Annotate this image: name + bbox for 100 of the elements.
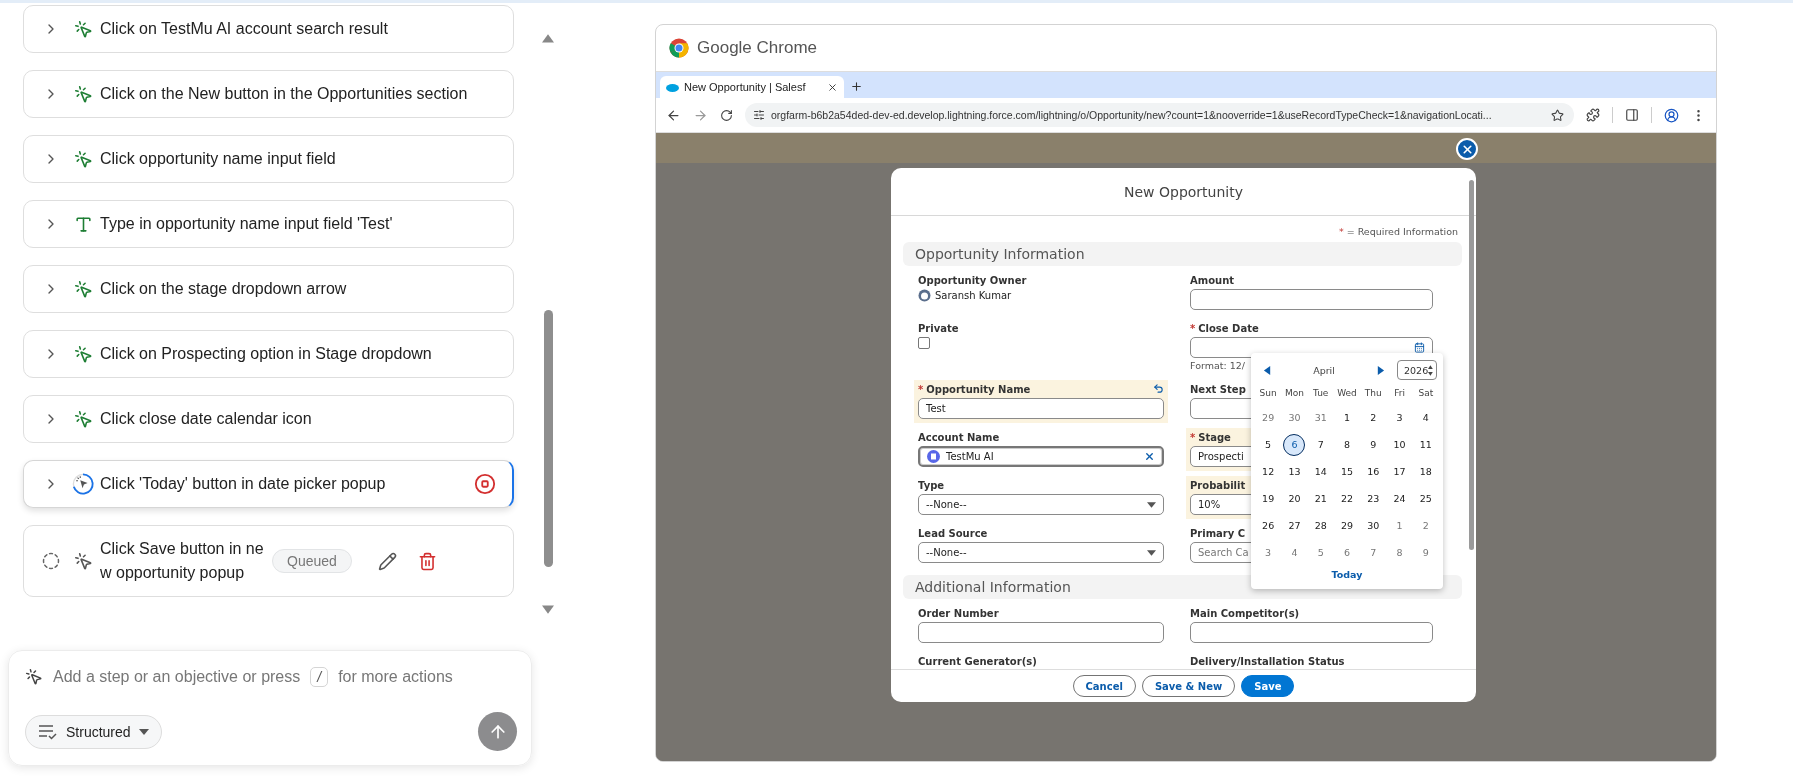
calendar-day[interactable]: 1 bbox=[1336, 406, 1358, 429]
profile-icon[interactable] bbox=[1664, 107, 1679, 123]
stop-button[interactable] bbox=[474, 473, 496, 495]
step-card[interactable]: Click on the stage dropdown arrow bbox=[23, 265, 514, 313]
spinner-arrows-icon bbox=[1428, 364, 1433, 376]
next-month-button[interactable] bbox=[1376, 365, 1385, 375]
browser-tab[interactable]: New Opportunity | Salesf bbox=[660, 76, 844, 98]
side-panel-icon[interactable] bbox=[1625, 108, 1639, 122]
calendar-day[interactable]: 24 bbox=[1388, 487, 1411, 510]
scrollbar-thumb[interactable] bbox=[1469, 180, 1474, 550]
calendar-day[interactable]: 5 bbox=[1257, 433, 1280, 456]
back-icon[interactable] bbox=[666, 107, 681, 123]
clear-icon[interactable] bbox=[1144, 451, 1155, 462]
mode-dropdown[interactable]: Structured bbox=[25, 714, 162, 749]
send-button[interactable] bbox=[478, 712, 517, 751]
calendar-day[interactable]: 26 bbox=[1257, 514, 1280, 537]
calendar-icon[interactable] bbox=[1414, 342, 1425, 353]
calendar-day[interactable]: 18 bbox=[1414, 460, 1437, 483]
text-field[interactable]: Test bbox=[918, 398, 1164, 419]
calendar-day[interactable]: 25 bbox=[1414, 487, 1437, 510]
step-card[interactable]: Click opportunity name input field bbox=[23, 135, 514, 183]
lookup-field[interactable]: TestMu AI bbox=[918, 446, 1164, 467]
calendar-day[interactable]: 30 bbox=[1283, 406, 1306, 429]
calendar-day[interactable]: 15 bbox=[1336, 460, 1358, 483]
calendar-day[interactable]: 3 bbox=[1257, 541, 1280, 564]
calendar-day[interactable]: 6 bbox=[1283, 433, 1306, 456]
calendar-day[interactable]: 1 bbox=[1388, 514, 1411, 537]
calendar-day[interactable]: 9 bbox=[1362, 433, 1385, 456]
scroll-up-button[interactable] bbox=[542, 33, 554, 45]
input-placeholder[interactable]: Add a step or an objective or press bbox=[53, 668, 301, 686]
step-card[interactable]: Click 'Today' button in date picker popup bbox=[23, 460, 514, 508]
triangle-right-icon bbox=[1376, 365, 1385, 375]
forward-icon[interactable] bbox=[693, 107, 708, 123]
calendar-day[interactable]: 19 bbox=[1257, 487, 1280, 510]
calendar-day[interactable]: 14 bbox=[1309, 460, 1332, 483]
calendar-day[interactable]: 11 bbox=[1414, 433, 1437, 456]
step-card[interactable]: Type in opportunity name input field 'Test' bbox=[23, 200, 514, 248]
text-field[interactable] bbox=[918, 622, 1164, 643]
step-text: Click 'Today' button in date picker popup bbox=[100, 474, 387, 494]
pencil-icon bbox=[377, 551, 397, 571]
year-select[interactable]: 2026 bbox=[1397, 360, 1437, 380]
footer-button[interactable]: Cancel bbox=[1072, 675, 1136, 697]
browser-logo-icon bbox=[669, 38, 689, 58]
calendar-day[interactable]: 29 bbox=[1336, 514, 1358, 537]
calendar-day[interactable]: 3 bbox=[1388, 406, 1411, 429]
calendar-day[interactable]: 4 bbox=[1414, 406, 1437, 429]
select-field[interactable]: --None-- bbox=[918, 494, 1164, 515]
select-field[interactable]: --None-- bbox=[918, 542, 1164, 563]
text-field[interactable] bbox=[1190, 289, 1433, 310]
calendar-day[interactable]: 13 bbox=[1283, 460, 1306, 483]
calendar-day[interactable]: 16 bbox=[1362, 460, 1385, 483]
calendar-day[interactable]: 21 bbox=[1309, 487, 1332, 510]
footer-button[interactable]: Save bbox=[1241, 675, 1295, 697]
previous-month-button[interactable] bbox=[1263, 365, 1272, 375]
step-card[interactable]: Click Save button in new opportunity popup Queued bbox=[23, 525, 514, 597]
owner-name[interactable]: Saransh Kumar bbox=[935, 290, 1012, 301]
edit-button[interactable] bbox=[377, 551, 397, 571]
calendar-day[interactable]: 7 bbox=[1362, 541, 1385, 564]
step-card[interactable]: Click on Prospecting option in Stage dropdown bbox=[23, 330, 514, 378]
step-card[interactable]: Click close date calendar icon bbox=[23, 395, 514, 443]
site-settings-icon[interactable] bbox=[753, 109, 765, 121]
text-field[interactable] bbox=[1190, 622, 1433, 643]
calendar-day[interactable]: 28 bbox=[1309, 514, 1332, 537]
field-label: Primary C bbox=[1190, 528, 1246, 539]
calendar-day[interactable]: 8 bbox=[1388, 541, 1411, 564]
calendar-day[interactable]: 30 bbox=[1362, 514, 1385, 537]
calendar-day[interactable]: 22 bbox=[1336, 487, 1358, 510]
new-tab-icon[interactable] bbox=[850, 80, 863, 93]
field-label: Main Competitor(s) bbox=[1190, 608, 1300, 619]
undo-button[interactable] bbox=[1153, 383, 1164, 394]
calendar-day[interactable]: 2 bbox=[1414, 514, 1437, 537]
step-card[interactable]: Click on the New button in the Opportunities section bbox=[23, 70, 514, 118]
calendar-day[interactable]: 9 bbox=[1414, 541, 1437, 564]
calendar-day[interactable]: 31 bbox=[1309, 406, 1332, 429]
calendar-day[interactable]: 10 bbox=[1388, 433, 1411, 456]
calendar-day[interactable]: 20 bbox=[1283, 487, 1306, 510]
bookmark-star-icon[interactable] bbox=[1551, 108, 1564, 122]
calendar-day[interactable]: 27 bbox=[1283, 514, 1306, 537]
calendar-day[interactable]: 8 bbox=[1336, 433, 1358, 456]
weekday-label: Sat bbox=[1417, 387, 1435, 400]
calendar-day[interactable]: 12 bbox=[1257, 460, 1280, 483]
step-card[interactable]: Click on TestMu AI account search result bbox=[23, 5, 514, 53]
scroll-down-button[interactable] bbox=[542, 603, 554, 615]
calendar-day[interactable]: 5 bbox=[1309, 541, 1332, 564]
calendar-day[interactable]: 2 bbox=[1362, 406, 1385, 429]
stop-icon bbox=[474, 473, 496, 495]
calendar-day[interactable]: 4 bbox=[1283, 541, 1306, 564]
calendar-day[interactable]: 17 bbox=[1388, 460, 1411, 483]
footer-button[interactable]: Save & New bbox=[1141, 675, 1236, 697]
calendar-day[interactable]: 7 bbox=[1309, 433, 1332, 456]
calendar-day[interactable]: 6 bbox=[1336, 541, 1358, 564]
scrollbar-thumb[interactable] bbox=[543, 310, 553, 567]
calendar-day[interactable]: 29 bbox=[1257, 406, 1280, 429]
close-tab-icon[interactable] bbox=[827, 81, 838, 93]
checkbox[interactable] bbox=[918, 337, 930, 349]
delete-button[interactable] bbox=[417, 551, 437, 571]
address-bar[interactable]: orgfarm-b6b2a54ded-dev-ed.develop.lightning.force.com/lightning/o/Opportunity/new?count=1&nooverride=1&useRecordTypeCheck=1&navigationLocati... bbox=[745, 103, 1574, 127]
calendar-day[interactable]: 23 bbox=[1362, 487, 1385, 510]
extensions-icon[interactable] bbox=[1586, 108, 1600, 122]
reload-icon[interactable] bbox=[720, 108, 733, 122]
